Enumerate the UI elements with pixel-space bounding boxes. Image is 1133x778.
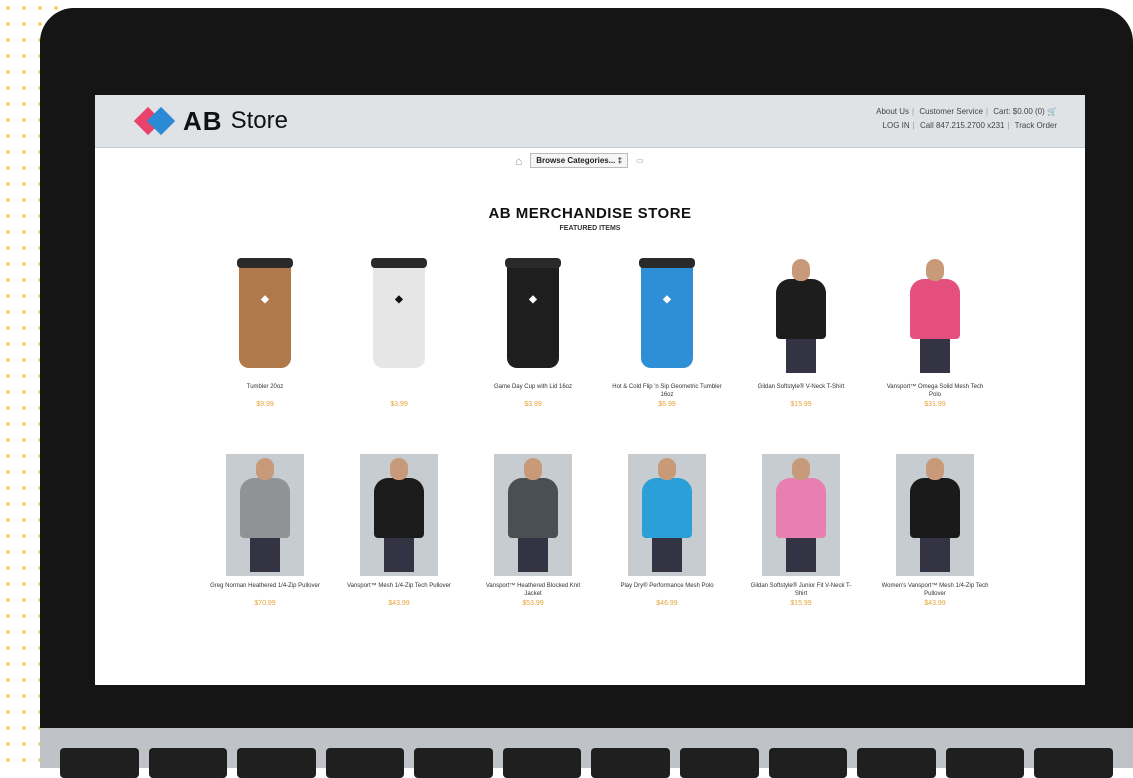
product-name[interactable]: Vansport™ Omega Solid Mesh Tech Polo <box>880 383 990 399</box>
login-link[interactable]: LOG IN <box>883 121 910 130</box>
product-image[interactable] <box>494 454 572 576</box>
product-name[interactable]: Gildan Softstyle® V-Neck T-Shirt <box>746 383 856 399</box>
key <box>60 748 139 778</box>
product-name[interactable] <box>344 383 454 399</box>
product-image[interactable] <box>896 255 974 377</box>
product-image[interactable] <box>628 454 706 576</box>
product-name[interactable]: Play Dry® Performance Mesh Polo <box>612 582 722 598</box>
product-price: $15.99 <box>790 600 812 607</box>
key <box>1034 748 1113 778</box>
site-header: AB Store About Us | Customer Service | Car… <box>95 95 1085 148</box>
go-button[interactable]: ▭ <box>636 156 644 165</box>
product-image[interactable] <box>226 454 304 576</box>
browse-categories-select[interactable]: Browse Categories... ‡ <box>530 153 629 168</box>
home-icon[interactable]: ⌂ <box>515 154 522 168</box>
product-price: $53.99 <box>522 600 544 607</box>
product-card[interactable]: Gildan Softstyle® V-Neck T-Shirt $15.99 <box>746 255 856 408</box>
product-price: $6.99 <box>658 401 676 408</box>
product-name[interactable]: Game Day Cup with Lid 16oz <box>478 383 588 399</box>
category-toolbar: ⌂ Browse Categories... ‡ ▭ <box>515 153 644 168</box>
product-image[interactable] <box>896 454 974 576</box>
key <box>680 748 759 778</box>
call-phone-text: Call 847.215.2700 x231 <box>919 121 1005 130</box>
product-name[interactable]: Tumbler 20oz <box>210 383 320 399</box>
product-image[interactable] <box>762 255 840 377</box>
key <box>414 748 493 778</box>
logo-ab-text: AB <box>183 105 223 136</box>
key <box>148 748 228 778</box>
product-card[interactable]: ◆ $3.99 <box>344 255 454 408</box>
key <box>591 748 671 778</box>
product-image[interactable] <box>360 454 438 576</box>
product-name[interactable]: Vansport™ Mesh 1/4-Zip Tech Pullover <box>344 582 454 598</box>
cart-link[interactable]: Cart: $0.00 (0) <box>993 107 1045 116</box>
laptop-keyboard <box>40 728 1133 778</box>
product-price: $3.99 <box>390 401 408 408</box>
product-name[interactable]: Gildan Softstyle® Junior Fit V-Neck T-Sh… <box>746 582 856 598</box>
about-us-link[interactable]: About Us <box>876 107 909 116</box>
laptop-screen: AB Store About Us | Customer Service | Car… <box>95 95 1085 685</box>
key <box>945 748 1025 778</box>
product-image[interactable]: ◆ <box>628 255 706 377</box>
page-title: AB MERCHANDISE STORE <box>488 205 692 222</box>
product-card[interactable]: Vansport™ Omega Solid Mesh Tech Polo $31.… <box>880 255 990 408</box>
product-price: $15.99 <box>790 401 812 408</box>
key <box>502 748 582 778</box>
product-card[interactable]: ◆ Hot & Cold Flip 'n Sip Geometric Tumble… <box>612 255 722 408</box>
product-card[interactable]: Women's Vansport™ Mesh 1/4-Zip Tech Pull… <box>880 454 990 607</box>
product-row: Greg Norman Heathered 1/4-Zip Pullover $7… <box>210 454 990 607</box>
header-links-row2: LOG IN | Call 847.215.2700 x231 | Track Or… <box>882 121 1057 130</box>
featured-items-heading: FEATURED ITEMS <box>559 225 621 232</box>
product-card[interactable]: Vansport™ Mesh 1/4-Zip Tech Pullover $43.… <box>344 454 454 607</box>
product-card[interactable]: Gildan Softstyle® Junior Fit V-Neck T-Sh… <box>746 454 856 607</box>
product-image[interactable]: ◆ <box>360 255 438 377</box>
store-logo[interactable]: AB Store <box>133 105 288 137</box>
product-price: $70.99 <box>254 600 276 607</box>
product-card[interactable]: ◆ Tumbler 20oz $9.99 <box>210 255 320 408</box>
product-name[interactable]: Women's Vansport™ Mesh 1/4-Zip Tech Pull… <box>880 582 990 598</box>
logo-diamond-icon <box>133 105 176 137</box>
product-price: $3.99 <box>524 401 542 408</box>
track-order-link[interactable]: Track Order <box>1015 121 1057 130</box>
key <box>768 748 848 778</box>
product-image[interactable]: ◆ <box>226 255 304 377</box>
product-name[interactable]: Hot & Cold Flip 'n Sip Geometric Tumbler… <box>612 383 722 399</box>
product-price: $31.99 <box>924 401 946 408</box>
product-price: $43.99 <box>388 600 410 607</box>
key <box>857 748 936 778</box>
product-card[interactable]: Greg Norman Heathered 1/4-Zip Pullover $7… <box>210 454 320 607</box>
product-card[interactable]: Vansport™ Heathered Blocked Knit Jacket $… <box>478 454 588 607</box>
product-row: ◆ Tumbler 20oz $9.99 ◆ $3.99 ◆ Game Day Cup wi… <box>210 255 990 408</box>
product-price: $43.99 <box>924 600 946 607</box>
key <box>325 748 405 778</box>
product-image[interactable]: ◆ <box>494 255 572 377</box>
key-row <box>60 748 1113 778</box>
logo-store-text: Store <box>230 107 288 134</box>
product-price: $9.99 <box>256 401 274 408</box>
product-price: $46.99 <box>656 600 678 607</box>
customer-service-link[interactable]: Customer Service <box>919 107 983 116</box>
header-links-row1: About Us | Customer Service | Cart: $0.00 … <box>876 107 1057 116</box>
cart-icon[interactable]: 🛒 <box>1047 107 1057 116</box>
product-image[interactable] <box>762 454 840 576</box>
product-name[interactable]: Greg Norman Heathered 1/4-Zip Pullover <box>210 582 320 598</box>
header-links: About Us | Customer Service | Cart: $0.00 … <box>876 105 1057 133</box>
product-name[interactable]: Vansport™ Heathered Blocked Knit Jacket <box>478 582 588 598</box>
product-card[interactable]: ◆ Game Day Cup with Lid 16oz $3.99 <box>478 255 588 408</box>
product-card[interactable]: Play Dry® Performance Mesh Polo $46.99 <box>612 454 722 607</box>
product-grid: ◆ Tumbler 20oz $9.99 ◆ $3.99 ◆ Game Day Cup wi… <box>210 255 990 653</box>
key <box>237 748 316 778</box>
